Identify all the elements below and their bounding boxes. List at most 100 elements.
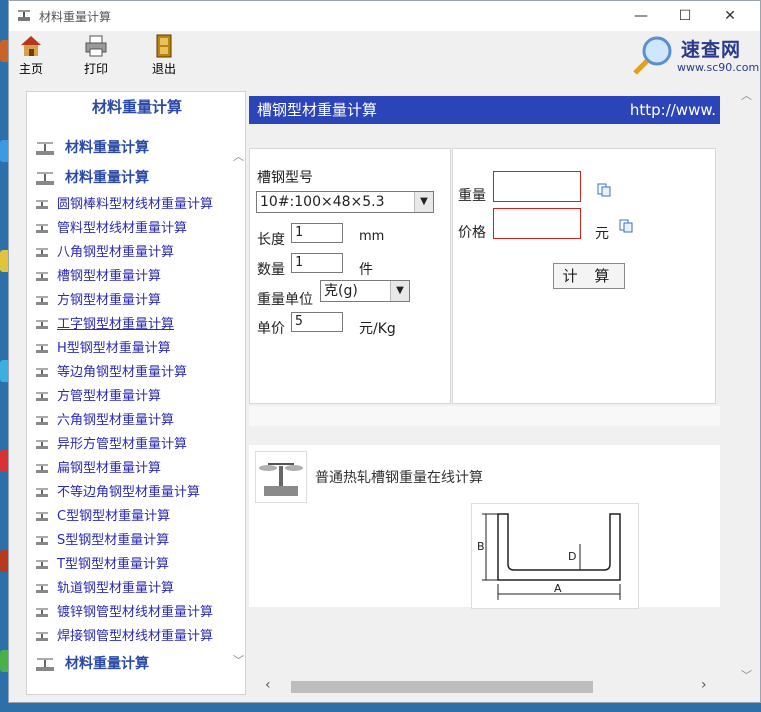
sidebar-item[interactable]: 八角钢型材重量计算 — [35, 242, 174, 264]
scale-icon — [36, 200, 48, 209]
sidebar-item-label: 异形方管型材重量计算 — [57, 437, 188, 452]
scrollbar-thumb[interactable] — [291, 681, 593, 693]
sidebar-item[interactable]: 六角钢型材重量计算 — [35, 410, 174, 432]
scroll-down-icon[interactable]: ﹀ — [233, 652, 244, 668]
copy-icon[interactable] — [597, 183, 611, 197]
copy-icon[interactable] — [619, 219, 633, 233]
price-result-unit: 元 — [595, 226, 609, 242]
calculate-button[interactable]: 计 算 — [553, 263, 625, 289]
price-result-field[interactable] — [493, 208, 581, 239]
scale-icon — [36, 560, 48, 569]
qty-input[interactable]: 1 — [291, 253, 343, 273]
toolbar: 主页 打印 退出 速查网 www.sc90.com — [9, 31, 760, 79]
description-text: 普通热轧槽钢重量在线计算 — [315, 470, 483, 486]
scale-icon — [36, 536, 48, 545]
sidebar-item[interactable]: H型钢型材重量计算 — [35, 338, 171, 360]
sidebar-item[interactable]: 不等边角钢型材重量计算 — [35, 482, 200, 504]
divider-strip — [249, 406, 720, 426]
scroll-down-icon[interactable]: ﹀ — [741, 667, 752, 683]
sidebar-item[interactable]: 焊接钢管型材线材重量计算 — [35, 626, 213, 648]
sidebar-item-label: 轨道钢型材重量计算 — [57, 581, 175, 596]
vertical-scrollbar[interactable]: ︿ ﹀ — [738, 87, 758, 687]
sidebar-item[interactable]: 等边角钢型材重量计算 — [35, 362, 187, 384]
sidebar-item[interactable]: 管料型材线材重量计算 — [35, 218, 187, 240]
sidebar: 材料重量计算 ︿ ﹀ 材料重量计算 材料重量计算 圆钢棒料型材线材重量计算管料型… — [26, 91, 246, 695]
sidebar-item[interactable]: 扁钢型材重量计算 — [35, 458, 161, 480]
weight-result-label: 重量 — [458, 188, 486, 204]
chevron-down-icon: ▼ — [414, 192, 433, 212]
price-label: 单价 — [257, 321, 285, 337]
sidebar-item[interactable]: 圆钢棒料型材线材重量计算 — [35, 194, 213, 216]
sidebar-item-label: 管料型材线材重量计算 — [57, 221, 188, 236]
sidebar-item-label: 等边角钢型材重量计算 — [57, 365, 188, 380]
sidebar-item-label: T型钢型材重量计算 — [57, 557, 169, 572]
sidebar-item[interactable]: 异形方管型材重量计算 — [35, 434, 187, 456]
scale-icon — [36, 488, 48, 497]
sidebar-item[interactable]: 槽钢型材重量计算 — [35, 266, 161, 288]
title-bar[interactable]: 材料重量计算 — ☐ ✕ — [9, 1, 760, 31]
scale-icon — [36, 320, 48, 329]
page-title: 槽钢型材重量计算 — [257, 101, 378, 119]
sidebar-title: 材料重量计算 — [91, 98, 182, 116]
weight-result-field[interactable] — [493, 171, 581, 202]
length-unit: mm — [359, 229, 385, 244]
close-button[interactable]: ✕ — [712, 5, 748, 27]
sidebar-item-label: 不等边角钢型材重量计算 — [57, 485, 201, 500]
page-header: 槽钢型材重量计算 http://www. — [249, 96, 720, 124]
sidebar-item[interactable]: 轨道钢型材重量计算 — [35, 578, 174, 600]
minimize-button[interactable]: — — [623, 5, 659, 27]
channel-steel-diagram: B D A — [471, 503, 639, 609]
scale-icon — [36, 392, 48, 401]
sidebar-item-label: 工字钢型材重量计算 — [57, 317, 175, 332]
maximize-button[interactable]: ☐ — [667, 5, 703, 27]
scroll-up-icon[interactable]: ︿ — [233, 148, 244, 164]
sidebar-item[interactable]: 方管型材重量计算 — [35, 386, 161, 408]
qty-label: 数量 — [257, 262, 285, 278]
sidebar-category[interactable]: 材料重量计算 — [35, 166, 149, 190]
sidebar-item-label: 方管型材重量计算 — [57, 389, 162, 404]
sidebar-item[interactable]: S型钢型材重量计算 — [35, 530, 169, 552]
weight-unit-select[interactable]: 克(g) ▼ — [320, 280, 410, 302]
sidebar-item[interactable]: T型钢型材重量计算 — [35, 554, 169, 576]
model-label: 槽钢型号 — [257, 170, 313, 186]
price-result-label: 价格 — [458, 225, 486, 241]
diagram-label-b: B — [477, 540, 485, 553]
unit-price-input[interactable]: 5 — [291, 312, 343, 332]
chevron-down-icon: ▼ — [390, 281, 409, 301]
sidebar-item[interactable]: C型钢型材重量计算 — [35, 506, 170, 528]
scale-icon — [36, 368, 48, 377]
scroll-up-icon[interactable]: ︿ — [741, 87, 752, 103]
weight-unit-label: 重量单位 — [257, 292, 313, 308]
diagram-label-a: A — [554, 582, 562, 595]
model-select[interactable]: 10#:100×48×5.3 ▼ — [256, 191, 434, 213]
sidebar-item[interactable]: 工字钢型材重量计算 — [35, 314, 174, 336]
home-label: 主页 — [18, 62, 43, 76]
scale-icon — [36, 248, 48, 257]
scale-icon — [36, 272, 48, 281]
scroll-left-icon[interactable]: ‹ — [265, 677, 271, 693]
scroll-right-icon[interactable]: › — [701, 677, 707, 693]
model-select-value: 10#:100×48×5.3 — [260, 194, 385, 210]
print-label: 打印 — [83, 62, 108, 76]
scale-icon — [36, 224, 48, 233]
sidebar-item-label: 六角钢型材重量计算 — [57, 413, 175, 428]
app-window: 材料重量计算 — ☐ ✕ 主页 打印 退出 速查网 www.sc90.com 材… — [8, 0, 761, 703]
diagram-label-d: D — [568, 550, 576, 563]
home-button[interactable]: 主页 — [11, 33, 51, 77]
sidebar-category[interactable]: 材料重量计算 — [35, 652, 149, 676]
sidebar-item[interactable]: 方钢型材重量计算 — [35, 290, 161, 312]
header-url[interactable]: http://www. — [630, 96, 716, 124]
scale-icon — [36, 608, 48, 617]
scale-icon — [36, 172, 54, 185]
site-logo: 速查网 www.sc90.com — [629, 33, 759, 77]
sidebar-category[interactable]: 材料重量计算 — [35, 136, 149, 160]
exit-button[interactable]: 退出 — [144, 33, 184, 77]
price-unit: 元/Kg — [359, 321, 396, 337]
main-panel: 槽钢型材重量计算 http://www. 槽钢型号 10#:100×48×5.3… — [248, 96, 720, 696]
scale-icon — [36, 658, 54, 671]
sidebar-item-label: C型钢型材重量计算 — [57, 509, 171, 524]
sidebar-item[interactable]: 镀锌钢管型材线材重量计算 — [35, 602, 213, 624]
print-button[interactable]: 打印 — [76, 33, 116, 77]
horizontal-scrollbar[interactable]: ‹ › — [263, 677, 723, 695]
length-input[interactable]: 1 — [291, 223, 343, 243]
